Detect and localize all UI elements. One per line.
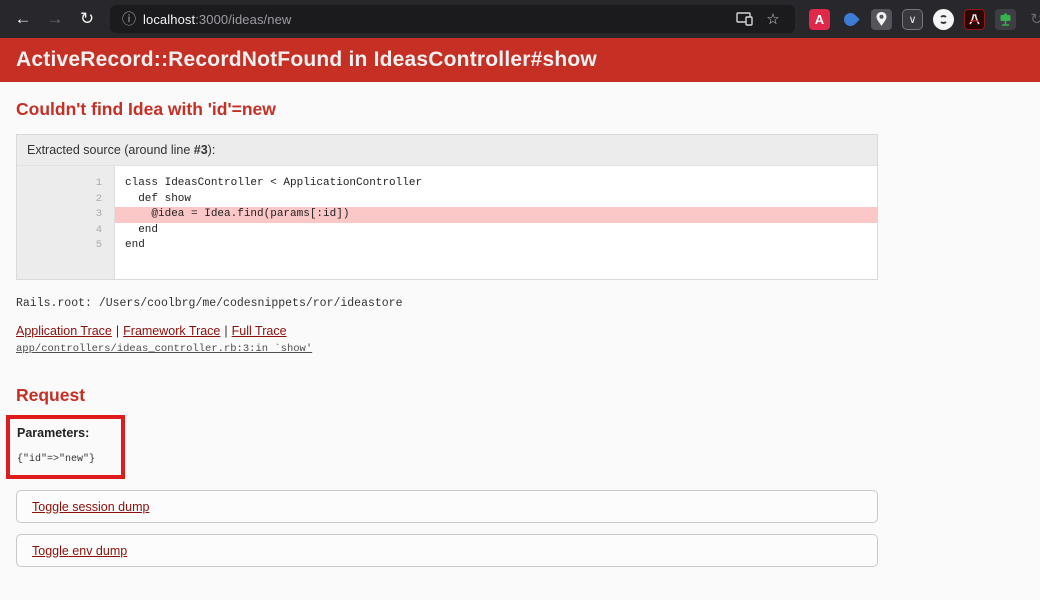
parameters-value: {"id"=>"new"} [17,454,95,465]
error-banner: ActiveRecord::RecordNotFound in IdeasCon… [0,38,1040,82]
page-content: Couldn't find Idea with 'id'=new Extract… [0,99,1040,600]
line-number: 3 [17,207,102,223]
forward-icon: → [47,9,64,29]
trace-separator: | [116,324,119,338]
responsive-design-icon[interactable] [731,6,759,32]
back-icon: ← [15,9,32,29]
url-path: :3000/ideas/new [195,12,291,27]
sync-disabled-icon[interactable]: ↻ [1026,9,1040,30]
toggle-session-dump-link[interactable]: Toggle session dump [32,500,149,514]
error-title: ActiveRecord::RecordNotFound in IdeasCon… [16,48,597,72]
application-trace-link[interactable]: Application Trace [16,324,112,338]
rails-root-label: Rails.root: [16,297,92,310]
trace-frame-link[interactable]: app/controllers/ideas_controller.rb:3:in… [16,343,312,355]
framework-trace-link[interactable]: Framework Trace [123,324,220,338]
trace-separator: | [224,324,227,338]
line-number-gutter: 1 2 3 4 5 [17,166,115,279]
error-message: Couldn't find Idea with 'id'=new [16,99,1024,120]
extracted-source-box: Extracted source (around line #3): 1 2 3… [16,134,878,280]
url-bar[interactable]: ⓘ localhost:3000/ideas/new ☆ [110,5,795,33]
source-code-area: 1 2 3 4 5 class IdeasController < Applic… [17,165,877,279]
site-info-icon[interactable]: ⓘ [122,9,136,29]
line-number: 4 [17,223,102,239]
keynote-extension-icon[interactable] [995,9,1016,30]
rails-root-path: /Users/coolbrg/me/codesnippets/ror/ideas… [99,297,403,310]
reload-icon: ↻ [80,9,94,29]
back-button[interactable]: ← [8,4,38,34]
toggle-env-dump-link[interactable]: Toggle env dump [32,544,127,558]
code-column: class IdeasController < ApplicationContr… [115,166,877,279]
session-dump-box: Toggle session dump [16,490,878,523]
full-trace-link[interactable]: Full Trace [232,324,287,338]
red-extension-icon[interactable]: A [809,9,830,30]
trace-links: Application Trace | Framework Trace | Full T… [16,324,1024,338]
extracted-source-line-ref: #3 [194,143,208,157]
code-line: def show [115,192,877,208]
browser-toolbar: ← → ↻ ⓘ localhost:3000/ideas/new ☆ A ∨ [0,0,1040,38]
line-number: 5 [17,238,102,254]
forward-button[interactable]: → [40,4,70,34]
adobe-acrobat-extension-icon[interactable] [964,9,985,30]
line-number: 1 [17,176,102,192]
parameters-label: Parameters: [17,426,95,440]
bookmark-star-icon[interactable]: ☆ [759,6,787,32]
code-line: class IdeasController < ApplicationContr… [115,176,877,192]
code-line: end [115,223,877,239]
parameters-annotation-box: Parameters: {"id"=>"new"} [6,415,125,479]
extracted-source-prefix: Extracted source (around line [27,143,194,157]
extracted-source-heading: Extracted source (around line #3): [17,135,877,165]
request-heading: Request [16,385,1024,406]
circle-extension-icon[interactable] [933,9,954,30]
pocket-extension-icon[interactable]: ∨ [902,9,923,30]
code-line-active: @idea = Idea.find(params[:id]) [115,207,877,223]
line-number: 2 [17,192,102,208]
code-line: end [115,238,877,254]
url-host: localhost [143,12,195,27]
extracted-source-suffix: ): [208,143,216,157]
blue-flame-extension-icon[interactable] [840,9,861,30]
extension-strip: A ∨ ↻ [809,9,1040,30]
reload-button[interactable]: ↻ [72,4,102,34]
url-text: localhost:3000/ideas/new [143,12,291,27]
env-dump-box: Toggle env dump [16,534,878,567]
rails-root-line: Rails.root: /Users/coolbrg/me/codesnippe… [16,297,1024,310]
map-pin-extension-icon[interactable] [871,9,892,30]
